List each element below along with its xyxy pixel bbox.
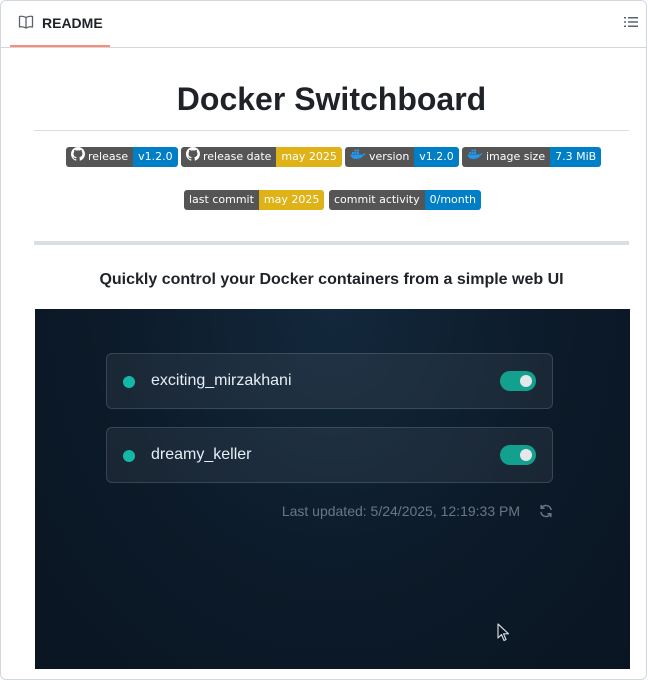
badge-commit-activity-value: 0/month bbox=[424, 190, 482, 210]
readme-tab-bar: README bbox=[1, 1, 646, 48]
badge-image-size-label: image size bbox=[486, 150, 546, 163]
github-icon bbox=[71, 147, 86, 167]
page-title: Docker Switchboard bbox=[176, 81, 487, 117]
container-card: exciting_mirzakhani bbox=[106, 353, 553, 409]
badge-release-date-value: may 2025 bbox=[276, 147, 342, 167]
badge-last-commit-value: may 2025 bbox=[258, 190, 325, 210]
docker-icon bbox=[350, 147, 366, 167]
badge-release-date-label: release date bbox=[203, 150, 272, 163]
container-toggle[interactable] bbox=[500, 445, 536, 465]
status-dot bbox=[123, 376, 135, 388]
badge-image-size-value: 7.3 MiB bbox=[550, 147, 602, 167]
outline-button[interactable] bbox=[620, 13, 642, 35]
app-screenshot: exciting_mirzakhani dreamy_keller Last u… bbox=[35, 309, 630, 669]
badge-commit-activity-label: commit activity bbox=[329, 190, 425, 210]
book-icon bbox=[18, 14, 34, 33]
badge-release[interactable]: release v1.2.0 bbox=[66, 147, 178, 167]
badge-last-commit[interactable]: last commit may 2025 bbox=[184, 190, 325, 210]
toggle-knob bbox=[520, 449, 532, 461]
github-icon bbox=[186, 147, 201, 167]
badge-commit-activity[interactable]: commit activity 0/month bbox=[329, 190, 482, 210]
badge-docker-version-value: v1.2.0 bbox=[414, 147, 459, 167]
container-name: exciting_mirzakhani bbox=[151, 372, 292, 389]
title-divider bbox=[34, 130, 629, 131]
docker-icon bbox=[467, 147, 483, 167]
tagline: Quickly control your Docker containers f… bbox=[99, 271, 564, 288]
status-dot bbox=[123, 450, 135, 462]
last-updated-text: Last updated: 5/24/2025, 12:19:33 PM bbox=[281, 503, 520, 519]
badge-release-date[interactable]: release date may 2025 bbox=[181, 147, 342, 167]
container-card: dreamy_keller bbox=[106, 427, 553, 483]
badge-image-size[interactable]: image size 7.3 MiB bbox=[462, 147, 602, 167]
tab-readme-label: README bbox=[42, 15, 103, 31]
refresh-icon[interactable] bbox=[538, 503, 554, 519]
badge-docker-version-label: version bbox=[369, 150, 410, 163]
section-divider bbox=[34, 241, 629, 245]
badge-release-label: release bbox=[88, 150, 129, 163]
badge-release-value: v1.2.0 bbox=[133, 147, 178, 167]
toggle-knob bbox=[520, 375, 532, 387]
tab-readme[interactable]: README bbox=[10, 1, 110, 47]
badge-docker-version[interactable]: version v1.2.0 bbox=[345, 147, 459, 167]
badge-last-commit-label: last commit bbox=[184, 190, 259, 210]
list-icon bbox=[623, 14, 639, 35]
container-name: dreamy_keller bbox=[151, 446, 252, 463]
readme-panel: README Docker Switchboard release v1.2.0… bbox=[0, 0, 647, 680]
mouse-cursor-icon bbox=[497, 623, 511, 648]
container-toggle[interactable] bbox=[500, 371, 536, 391]
